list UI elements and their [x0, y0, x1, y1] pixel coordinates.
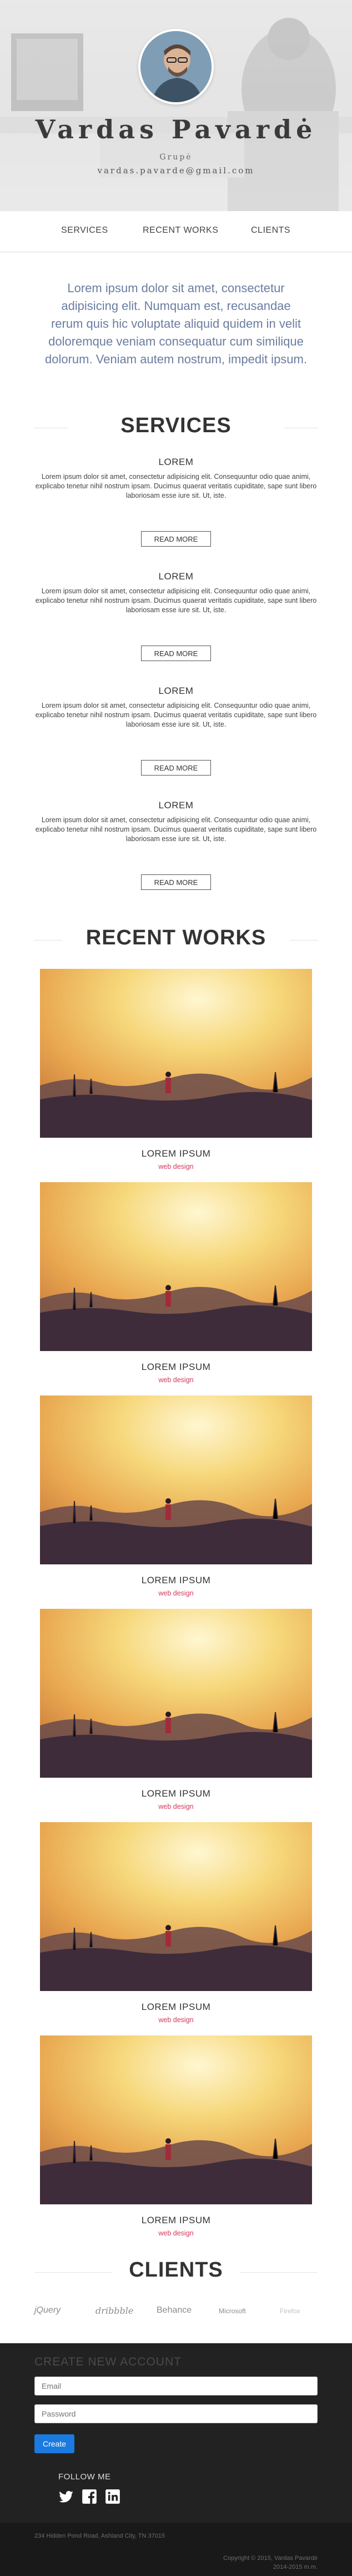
work-category[interactable]: web design	[40, 1589, 312, 1597]
email-field[interactable]	[34, 2377, 318, 2395]
work-card[interactable]: LOREM IPSUM web design	[40, 1395, 312, 1597]
service-text: Lorem ipsum dolor sit amet, consectetur …	[35, 702, 317, 728]
service-item: LOREM Lorem ipsum dolor sit amet, consec…	[33, 457, 319, 501]
work-title: LOREM IPSUM	[141, 1148, 211, 1159]
work-title: LOREM IPSUM	[141, 1362, 211, 1372]
service-text: Lorem ipsum dolor sit amet, consectetur …	[35, 816, 317, 843]
copyright-text: Copyright © 2015, Vardas Pavardė	[223, 2555, 318, 2562]
read-more-button[interactable]: READ MORE	[141, 531, 211, 547]
rights-text: 2014-2015 m.m.	[273, 2564, 318, 2570]
work-title: LOREM IPSUM	[141, 2215, 211, 2225]
client-logo-jquery[interactable]: jQuery	[34, 2305, 61, 2315]
footer: CREATE NEW ACCOUNT Create FOLLOW ME	[0, 2343, 352, 2523]
create-button[interactable]: Create	[34, 2434, 74, 2453]
client-logo-firefox[interactable]: Firefox	[280, 2307, 300, 2315]
read-more-button[interactable]: READ MORE	[141, 646, 211, 661]
read-more-button[interactable]: READ MORE	[141, 874, 211, 890]
hero-name: Vardas Pavardė	[35, 114, 317, 144]
password-field[interactable]	[34, 2404, 318, 2423]
main-nav: SERVICES RECENT WORKS CLIENTS	[0, 211, 352, 252]
hero-email-link[interactable]: vardas.pavarde@gmail.com	[0, 166, 352, 176]
service-item: LOREM Lorem ipsum dolor sit amet, consec…	[33, 686, 319, 729]
nav-item-services[interactable]: SERVICES	[61, 226, 108, 236]
nav-item-recent-works[interactable]: RECENT WORKS	[143, 226, 218, 236]
work-card[interactable]: LOREM IPSUM web design	[40, 1822, 312, 2024]
hero-subtitle: Grupė	[159, 153, 193, 162]
work-image[interactable]	[40, 2035, 312, 2204]
recent-works-heading: RECENT WORKS	[0, 926, 352, 954]
service-item: LOREM Lorem ipsum dolor sit amet, consec…	[33, 571, 319, 615]
work-image[interactable]	[40, 969, 312, 1138]
service-text: Lorem ipsum dolor sit amet, consectetur …	[35, 473, 317, 499]
client-logo-behance[interactable]: Behance	[157, 2305, 192, 2315]
work-image[interactable]	[40, 1609, 312, 1778]
linkedin-icon[interactable]	[105, 2489, 120, 2504]
service-title: LOREM	[158, 571, 194, 582]
intro-text: Lorem ipsum dolor sit amet, consectetur …	[45, 281, 307, 366]
work-image[interactable]	[40, 1182, 312, 1351]
twitter-icon[interactable]	[58, 2489, 74, 2504]
work-image[interactable]	[40, 1822, 312, 1991]
work-category[interactable]: web design	[40, 1163, 312, 1171]
work-category[interactable]: web design	[40, 2229, 312, 2237]
service-title: LOREM	[158, 800, 194, 811]
work-card[interactable]: LOREM IPSUM web design	[40, 1609, 312, 1810]
work-category[interactable]: web design	[40, 2016, 312, 2024]
recent-works-title: RECENT WORKS	[86, 926, 266, 949]
services-title: SERVICES	[120, 414, 232, 437]
work-card[interactable]: LOREM IPSUM web design	[40, 969, 312, 1171]
work-category[interactable]: web design	[40, 1803, 312, 1810]
avatar	[138, 29, 214, 104]
read-more-button[interactable]: READ MORE	[141, 760, 211, 776]
create-account-heading: CREATE NEW ACCOUNT	[34, 2355, 182, 2368]
service-item: LOREM Lorem ipsum dolor sit amet, consec…	[33, 800, 319, 844]
service-text: Lorem ipsum dolor sit amet, consectetur …	[35, 587, 317, 614]
work-category[interactable]: web design	[40, 1376, 312, 1384]
hero-header: Vardas Pavardė Grupė vardas.pavarde@gmai…	[0, 0, 352, 211]
follow-me-label: FOLLOW ME	[58, 2472, 111, 2482]
work-card[interactable]: LOREM IPSUM web design	[40, 2035, 312, 2237]
work-card[interactable]: LOREM IPSUM web design	[40, 1182, 312, 1384]
service-title: LOREM	[158, 457, 194, 467]
client-logo-dribbble[interactable]: dribbble	[95, 2305, 133, 2316]
work-title: LOREM IPSUM	[141, 2002, 211, 2012]
work-image[interactable]	[40, 1395, 312, 1564]
service-title: LOREM	[158, 686, 194, 696]
facebook-icon[interactable]	[82, 2489, 97, 2504]
bottom-bar: 234 Hidden Pond Road, Ashland City, TN 3…	[0, 2523, 352, 2576]
client-logo-microsoft[interactable]: Microsoft	[219, 2307, 246, 2315]
services-heading: SERVICES	[0, 414, 352, 442]
work-title: LOREM IPSUM	[141, 1788, 211, 1799]
work-title: LOREM IPSUM	[141, 1575, 211, 1585]
page: Vardas Pavardė Grupė vardas.pavarde@gmai…	[0, 0, 352, 2576]
clients-title: CLIENTS	[129, 2258, 223, 2282]
nav-item-clients[interactable]: CLIENTS	[251, 226, 290, 236]
footer-address: 234 Hidden Pond Road, Ashland City, TN 3…	[34, 2533, 165, 2539]
clients-logos: jQuery dribbble Behance Microsoft Firefo…	[0, 2301, 352, 2323]
clients-heading: CLIENTS	[0, 2258, 352, 2286]
